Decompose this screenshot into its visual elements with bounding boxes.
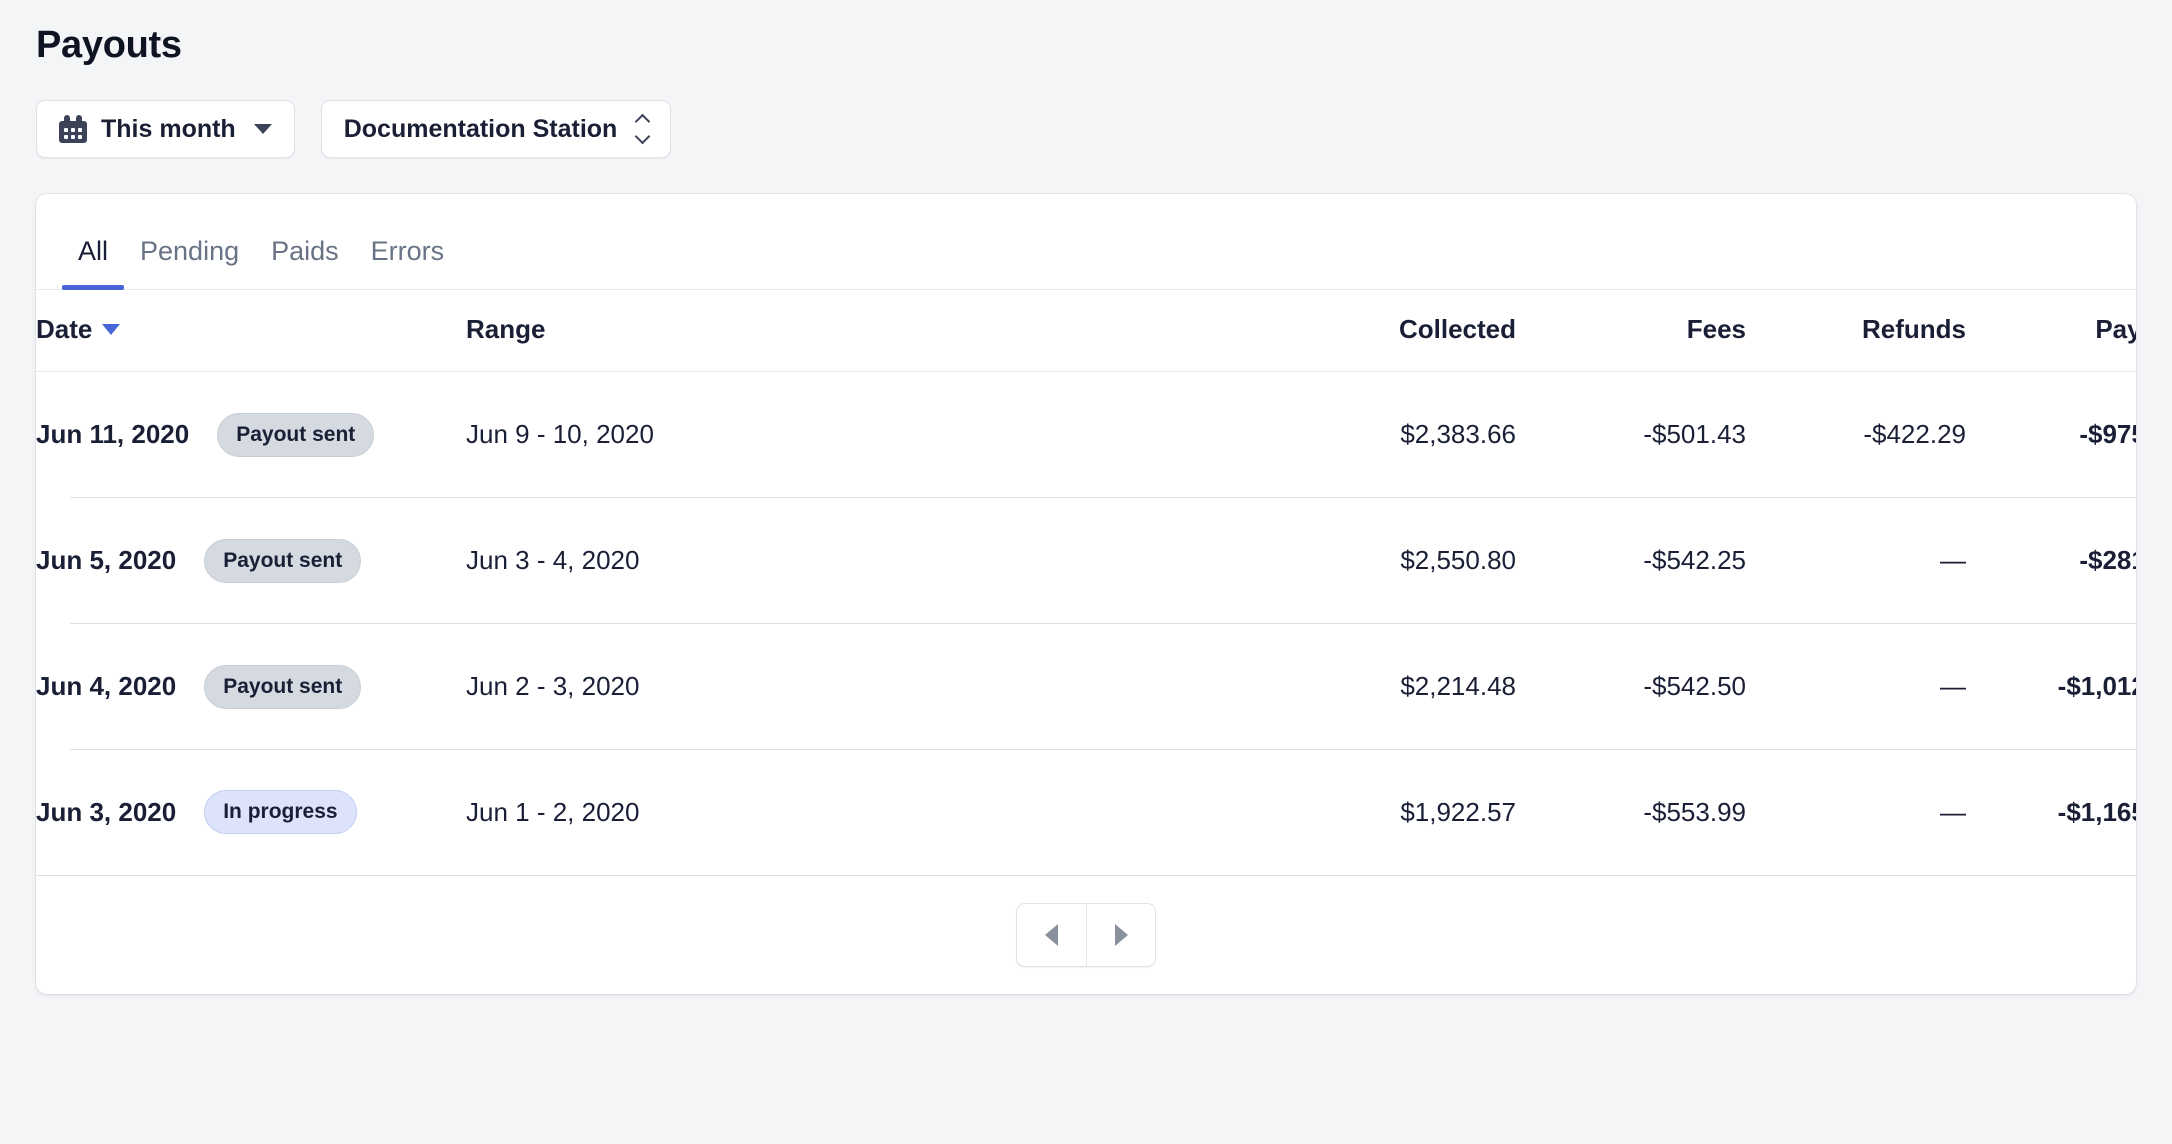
table-row[interactable]: Jun 3, 2020 In progress Jun 1 - 2, 2020 …: [36, 748, 2136, 876]
cell-refunds: -$422.29: [1863, 419, 1966, 449]
cell-payout: -$1,012.51: [1966, 623, 2136, 750]
account-select-button[interactable]: Documentation Station: [320, 100, 672, 158]
tab-paids[interactable]: Paids: [255, 236, 355, 289]
column-header-refunds[interactable]: Refunds: [1746, 290, 1966, 372]
cell-refunds: —: [1746, 623, 1966, 750]
cell-date: Jun 3, 2020 In progress: [36, 748, 466, 876]
column-header-collected[interactable]: Collected: [1246, 290, 1516, 372]
table-body: Jun 11, 2020 Payout sent Jun 9 - 10, 202…: [36, 372, 2136, 876]
table-header: Date Range Collected Fees Refunds Payout: [36, 290, 2136, 372]
page-title: Payouts: [36, 24, 182, 66]
tab-pending[interactable]: Pending: [124, 236, 255, 289]
cell-payout: -$281.53: [1966, 497, 2136, 624]
column-header-range[interactable]: Range: [466, 290, 1246, 372]
date-range-filter-label: This month: [101, 114, 236, 143]
tab-errors[interactable]: Errors: [355, 236, 461, 289]
table-row[interactable]: Jun 11, 2020 Payout sent Jun 9 - 10, 202…: [36, 372, 2136, 498]
triangle-right-icon: [1114, 924, 1128, 946]
cell-collected: $2,214.48: [1246, 623, 1516, 750]
cell-collected: $2,383.66: [1400, 419, 1516, 449]
cell-fees: -$542.50: [1516, 623, 1746, 750]
cell-refunds: —: [1746, 749, 1966, 875]
tab-all[interactable]: All: [62, 236, 125, 290]
cell-collected: $1,922.57: [1246, 749, 1516, 875]
filter-bar: This month Documentation Station: [36, 100, 2136, 158]
column-header-fees[interactable]: Fees: [1516, 290, 1746, 372]
chevron-down-icon: [253, 124, 272, 134]
cell-range: Jun 3 - 4, 2020: [466, 497, 1246, 624]
payouts-table: Date Range Collected Fees Refunds Payout…: [36, 290, 2136, 875]
cell-range: Jun 1 - 2, 2020: [466, 749, 1246, 875]
cell-fees: -$542.25: [1516, 497, 1746, 624]
chevron-down-icon: [102, 324, 121, 335]
pagination-controls: [1016, 903, 1156, 967]
payout-date: Jun 3, 2020: [36, 796, 177, 827]
column-header-payout[interactable]: Payout: [1966, 290, 2136, 372]
cell-payout: -$1,165.58: [1966, 749, 2136, 875]
calendar-icon: [59, 115, 87, 143]
cell-date: Jun 5, 2020 Payout sent: [36, 496, 466, 624]
cell-collected: $2,550.80: [1246, 497, 1516, 624]
payouts-page: Payouts This month Documentation Station: [0, 0, 2172, 1144]
cell-fees: -$501.43: [1643, 419, 1746, 449]
table-header-row: Date Range Collected Fees Refunds Payout: [36, 290, 2136, 372]
cell-range: Jun 9 - 10, 2020: [466, 419, 654, 449]
cell-payout: -$975.21: [2079, 419, 2136, 449]
table-row[interactable]: Jun 5, 2020 Payout sent Jun 3 - 4, 2020 …: [36, 496, 2136, 624]
payout-date: Jun 4, 2020: [36, 671, 177, 701]
status-badge: Payout sent: [204, 664, 362, 709]
cell-fees: -$553.99: [1516, 749, 1746, 875]
status-badge: In progress: [204, 790, 357, 835]
cell-date: Jun 4, 2020 Payout sent: [36, 622, 466, 750]
cell-date: Jun 11, 2020 Payout sent: [36, 372, 466, 498]
payout-date: Jun 11, 2020: [36, 419, 190, 450]
date-range-filter-button[interactable]: This month: [36, 100, 295, 158]
account-select-label: Documentation Station: [343, 114, 618, 143]
cell-refunds: —: [1746, 497, 1966, 624]
column-header-date-label: Date: [36, 314, 93, 344]
next-page-button[interactable]: [1086, 904, 1155, 966]
triangle-left-icon: [1045, 924, 1058, 946]
column-header-date[interactable]: Date: [36, 290, 466, 372]
status-badge: Payout sent: [217, 412, 375, 457]
previous-page-button[interactable]: [1017, 904, 1086, 966]
cell-range: Jun 2 - 3, 2020: [466, 623, 1246, 750]
payout-date: Jun 5, 2020: [36, 545, 177, 575]
pagination-bar: [36, 875, 2136, 994]
tab-bar: All Pending Paids Errors: [36, 194, 2136, 290]
select-chevrons-icon: [635, 113, 651, 145]
payouts-card: All Pending Paids Errors Date Range Coll…: [36, 194, 2136, 994]
status-badge: Payout sent: [204, 538, 362, 583]
table-row[interactable]: Jun 4, 2020 Payout sent Jun 2 - 3, 2020 …: [36, 622, 2136, 750]
